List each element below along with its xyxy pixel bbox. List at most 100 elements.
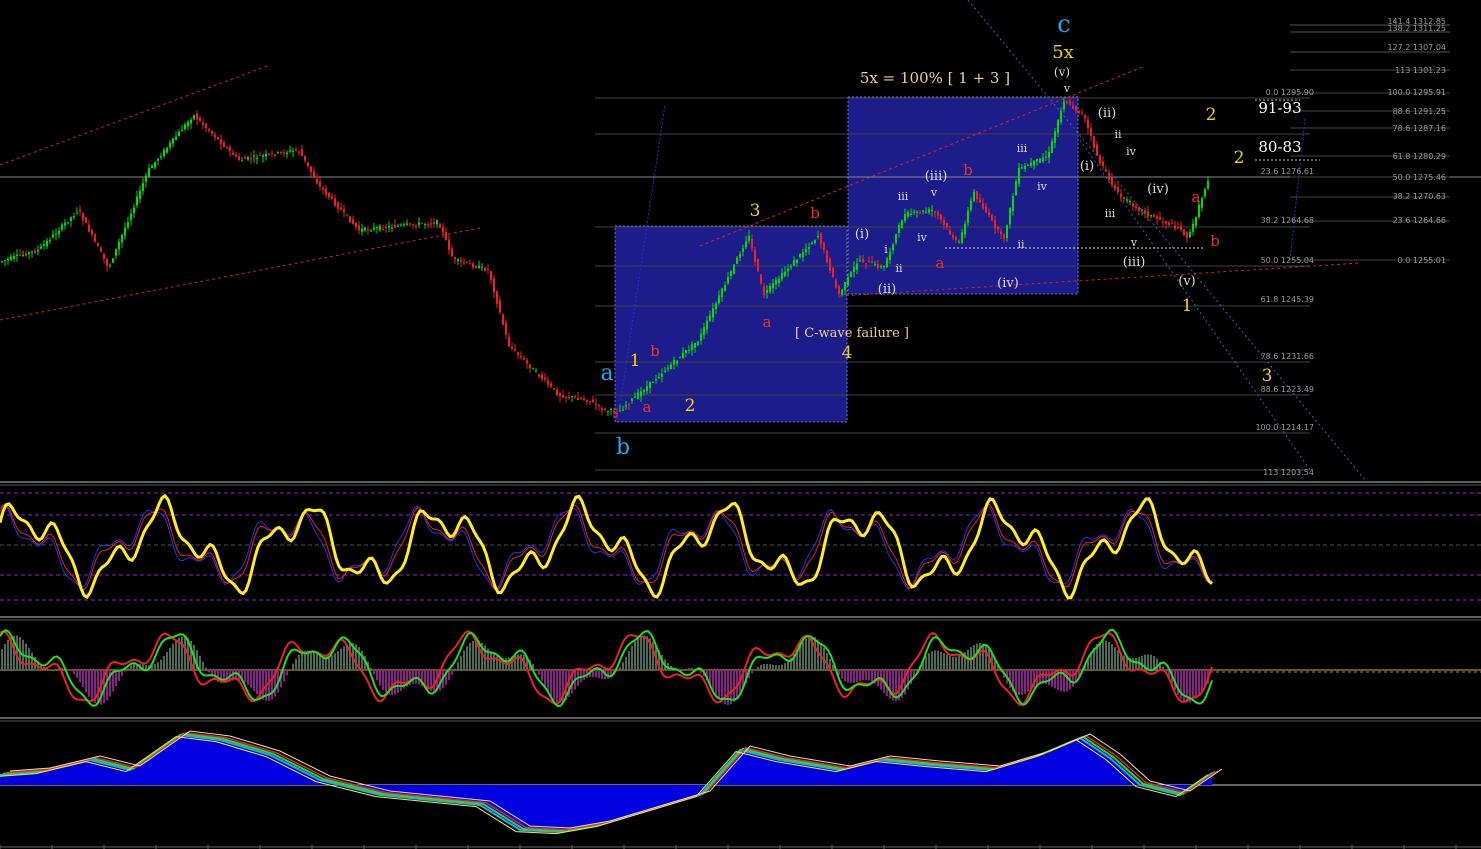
candle <box>1201 198 1203 208</box>
macd-bar <box>808 636 810 670</box>
macd-bar <box>1141 655 1143 670</box>
candle <box>1183 229 1185 236</box>
candle <box>886 258 888 268</box>
candle <box>625 405 627 407</box>
macd-bar <box>1024 670 1026 694</box>
candle <box>760 274 762 284</box>
candle <box>1141 209 1143 211</box>
candle <box>532 368 534 370</box>
macd-bar <box>343 646 345 670</box>
macd-bar <box>622 662 624 670</box>
candle <box>1195 217 1197 226</box>
macd-bar <box>691 668 693 670</box>
macd-bar <box>946 654 948 670</box>
candle <box>277 151 279 153</box>
macd-bar <box>1132 658 1134 670</box>
candle <box>1159 217 1161 221</box>
candle <box>370 230 372 232</box>
macd-bar <box>1111 644 1113 670</box>
macd-bar <box>1015 670 1017 695</box>
macd-bar <box>958 655 960 670</box>
candle <box>1138 207 1140 211</box>
candle <box>640 391 642 397</box>
macd-bar <box>1018 670 1020 696</box>
candle <box>739 254 741 258</box>
candle <box>682 352 684 358</box>
macd-bar <box>286 670 288 676</box>
candle <box>214 134 216 138</box>
candle <box>28 252 30 254</box>
candle <box>328 192 330 198</box>
candle <box>397 225 399 227</box>
candle <box>115 248 117 256</box>
candle <box>706 320 708 330</box>
candle <box>1114 185 1116 189</box>
candle <box>199 117 201 121</box>
macd-bar <box>766 663 768 670</box>
candle <box>139 190 141 199</box>
macd-bar <box>1135 657 1137 670</box>
fib-level-label: 50.0 1275.46 <box>1393 173 1446 182</box>
candle <box>4 260 6 262</box>
candle <box>358 225 360 231</box>
fib-level-label: 0.0 1255.01 <box>1398 256 1446 265</box>
candle <box>763 286 765 296</box>
macd-bar <box>349 643 351 670</box>
candle <box>721 288 723 297</box>
candle <box>253 155 255 157</box>
candle <box>436 220 438 225</box>
wave-label-b-red: b <box>1210 232 1220 250</box>
candle <box>292 150 294 152</box>
candle <box>1111 177 1113 185</box>
candle <box>82 213 84 221</box>
candle <box>415 225 417 227</box>
wave-label-c: c <box>1057 10 1070 38</box>
macd-bar <box>871 670 873 682</box>
candle <box>541 374 543 379</box>
candle <box>910 213 912 215</box>
macd-bar <box>637 638 639 670</box>
candle <box>388 226 390 228</box>
candle <box>814 240 816 243</box>
macd-bar <box>199 655 201 670</box>
candle <box>175 136 177 140</box>
candle <box>235 154 237 157</box>
candle <box>619 410 621 412</box>
candle <box>829 259 831 271</box>
candle <box>967 210 969 224</box>
candle <box>607 411 609 413</box>
candle <box>919 212 921 214</box>
candle <box>16 254 18 257</box>
candle <box>700 333 702 341</box>
candle <box>361 228 363 232</box>
candle <box>745 241 747 248</box>
macd-bar <box>253 670 255 692</box>
candle <box>880 266 882 268</box>
candle <box>679 357 681 359</box>
candle <box>154 162 156 168</box>
candle <box>193 115 195 120</box>
candle <box>109 264 111 266</box>
fib-level-label: 88.6 1223.49 <box>1261 385 1314 394</box>
candle <box>1081 112 1083 114</box>
candle <box>895 234 897 243</box>
candle <box>52 234 54 238</box>
candle <box>76 212 78 214</box>
candle <box>505 322 507 335</box>
candle <box>520 356 522 358</box>
macd-bar <box>943 653 945 670</box>
macd-bar <box>763 663 765 670</box>
wave-label-i: i <box>884 243 888 256</box>
candle <box>1123 196 1125 199</box>
macd-bar <box>163 656 165 670</box>
candle <box>514 348 516 351</box>
candle <box>703 327 705 336</box>
candle <box>865 263 867 265</box>
candle <box>868 261 870 263</box>
wave-label-iv: iv <box>1037 180 1048 193</box>
wave-label-iii: iii <box>1017 142 1028 155</box>
macd-bar <box>460 656 462 670</box>
candle <box>1096 144 1098 156</box>
macd-bar <box>331 655 333 670</box>
candle <box>334 198 336 206</box>
